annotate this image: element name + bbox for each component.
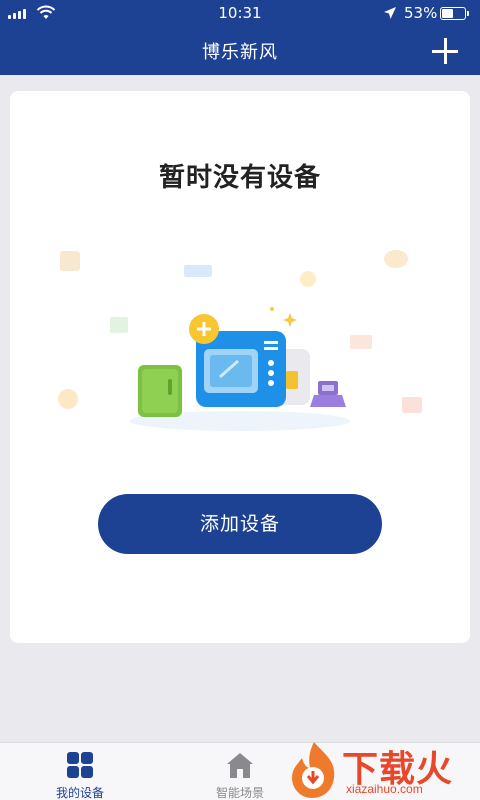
faded-circle-icon [58, 389, 78, 409]
tab-smart-scenes[interactable]: 智能场景 [180, 743, 300, 800]
watermark-logo: 下载火 xiazaihuo.com [284, 738, 480, 800]
sparkle-icon [283, 313, 297, 327]
faded-cooker-icon [402, 397, 422, 413]
plus-icon[interactable] [432, 38, 458, 64]
watermark-url: xiazaihuo.com [346, 782, 423, 796]
faded-box-icon [60, 251, 80, 271]
empty-state-title: 暂时没有设备 [158, 163, 321, 193]
grid-icon [67, 752, 93, 778]
flame-logo-icon [292, 742, 335, 798]
faded-panel-icon [184, 265, 212, 277]
tab-my-devices[interactable]: 我的设备 [20, 743, 140, 800]
faded-square-icon [110, 317, 128, 333]
location-arrow-icon [384, 7, 396, 19]
add-device-button[interactable]: 添加设备 [98, 494, 382, 554]
tab-label: 智能场景 [215, 786, 264, 800]
faded-oven-icon [350, 335, 372, 349]
plus-badge-icon [189, 314, 219, 344]
battery-tip [467, 11, 469, 16]
faded-bulb-icon [300, 271, 316, 287]
status-bar: 10:31 53% [0, 0, 480, 28]
faded-pot-icon [384, 250, 408, 268]
app-header: 10:31 53% 博乐新风 [0, 0, 480, 75]
battery-percent: 53% [404, 4, 438, 22]
tab-label: 我的设备 [55, 786, 104, 800]
page-title: 博乐新风 [202, 42, 278, 63]
empty-devices-illustration [58, 250, 422, 431]
battery-icon [440, 7, 466, 20]
fridge-icon [138, 365, 182, 417]
range-hood-icon [310, 381, 346, 407]
empty-state-card: 暂时没有设备 添加设备 [10, 91, 470, 643]
home-icon [227, 753, 253, 778]
